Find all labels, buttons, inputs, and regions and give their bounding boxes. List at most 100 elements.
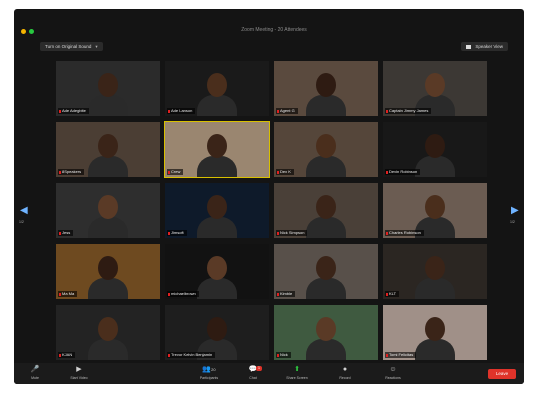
- participant-tile[interactable]: Jimsoft: [165, 183, 269, 238]
- participant-tile[interactable]: Devin Robinson: [383, 122, 487, 177]
- participant-face: [207, 195, 227, 219]
- start-video-label: Start Video: [70, 376, 88, 380]
- window-title: Zoom Meeting - 20 Attendees: [241, 27, 307, 33]
- participant-silhouette: [306, 95, 346, 116]
- participant-silhouette: [197, 156, 237, 177]
- participant-tile[interactable]: Ade Adegbite: [56, 61, 160, 116]
- start-video-button[interactable]: ▶ Start Video: [62, 365, 96, 380]
- participant-tile[interactable]: Dex K: [274, 122, 378, 177]
- page-indicator: 1/2: [19, 220, 24, 224]
- participant-face: [207, 134, 227, 158]
- video-camera-icon: ▶: [76, 366, 82, 373]
- participant-face: [207, 317, 227, 341]
- participant-silhouette: [88, 95, 128, 116]
- participant-face: [316, 73, 336, 97]
- participant-name: michaelbrown: [167, 291, 199, 297]
- participant-name: Ma Ma: [58, 291, 78, 297]
- participant-silhouette: [306, 156, 346, 177]
- reactions-button[interactable]: ☺ Reactions: [376, 365, 410, 380]
- participant-name: Kimble: [276, 291, 296, 297]
- participant-name: Ade Lanson: [167, 108, 196, 114]
- participant-face: [207, 256, 227, 280]
- participant-grid: Ade Adegbite Ade Lanson Agent G Captain Jim…: [56, 61, 489, 365]
- participant-tile[interactable]: Tomi Felicitas: [383, 305, 487, 360]
- mute-label: Mute: [31, 376, 39, 380]
- participant-tile[interactable]: 8Speakers: [56, 122, 160, 177]
- chat-label: Chat: [249, 376, 257, 380]
- zoom-window: Zoom Meeting - 20 Attendees Turn on Orig…: [14, 9, 524, 384]
- participants-count: 20: [211, 367, 216, 372]
- speaker-view-button[interactable]: Speaker View: [461, 42, 508, 51]
- participant-name: 8Speakers: [58, 169, 85, 175]
- participant-face: [207, 73, 227, 97]
- participant-tile[interactable]: Jess: [56, 183, 160, 238]
- participant-tile[interactable]: michaelbrown: [165, 244, 269, 299]
- leave-button[interactable]: Leave: [488, 369, 516, 379]
- participant-name: KLT: [385, 291, 400, 297]
- participants-button[interactable]: 👥20 Participants: [192, 365, 226, 380]
- participant-silhouette: [306, 278, 346, 299]
- participant-tile[interactable]: Trevor Kelvin Benjamin: [165, 305, 269, 360]
- meeting-toolbar: 🎤 Mute ▶ Start Video 👥20 Participants 💬 …: [14, 363, 524, 384]
- participant-silhouette: [197, 217, 237, 238]
- participant-tile[interactable]: Nick: [274, 305, 378, 360]
- participant-name: Trevor Kelvin Benjamin: [167, 352, 216, 358]
- participant-name: Jimsoft: [167, 230, 187, 236]
- next-page-arrow-icon[interactable]: ▶: [511, 205, 519, 216]
- participant-silhouette: [415, 339, 455, 360]
- share-screen-button[interactable]: ⬆ Share Screen: [280, 365, 314, 380]
- participant-name: Agent G: [276, 108, 298, 114]
- original-sound-button[interactable]: Turn on Original Sound ▾: [40, 42, 103, 51]
- participant-silhouette: [88, 278, 128, 299]
- reactions-icon: ☺: [389, 366, 397, 373]
- chat-button[interactable]: 💬 Chat 1: [236, 365, 270, 380]
- participant-name: Devin Robinson: [385, 169, 421, 175]
- participant-tile[interactable]: Charles Robinson: [383, 183, 487, 238]
- participant-silhouette: [88, 339, 128, 360]
- participant-tile[interactable]: Nick Simpson: [274, 183, 378, 238]
- participant-face: [425, 73, 445, 97]
- participant-face: [316, 134, 336, 158]
- chat-badge: 1: [256, 366, 262, 371]
- participant-silhouette: [306, 339, 346, 360]
- participant-silhouette: [88, 156, 128, 177]
- participant-tile[interactable]: KJAN: [56, 305, 160, 360]
- participant-tile[interactable]: Ade Lanson: [165, 61, 269, 116]
- mute-button[interactable]: 🎤 Mute: [18, 365, 52, 380]
- microphone-icon: 🎤: [30, 366, 40, 373]
- participant-name: Captain Jimmy James: [385, 108, 432, 114]
- participant-name: Tomi Felicitas: [385, 352, 417, 358]
- participant-tile[interactable]: Crew: [164, 121, 270, 178]
- participant-name: Ade Adegbite: [58, 108, 89, 114]
- participant-face: [98, 317, 118, 341]
- participant-tile[interactable]: Kimble: [274, 244, 378, 299]
- participant-face: [425, 195, 445, 219]
- participant-tile[interactable]: Ma Ma: [56, 244, 160, 299]
- participant-silhouette: [415, 278, 455, 299]
- participant-face: [425, 134, 445, 158]
- speaker-view-label: Speaker View: [475, 44, 503, 49]
- participant-face: [98, 256, 118, 280]
- participant-face: [425, 256, 445, 280]
- page-indicator: 1/2: [510, 220, 515, 224]
- participant-silhouette: [197, 95, 237, 116]
- record-button[interactable]: ● Record: [328, 365, 362, 380]
- participant-tile[interactable]: Captain Jimmy James: [383, 61, 487, 116]
- participant-tile[interactable]: Agent G: [274, 61, 378, 116]
- participant-name: Crew: [167, 169, 184, 175]
- participant-face: [98, 195, 118, 219]
- participant-tile[interactable]: KLT: [383, 244, 487, 299]
- participants-label: Participants: [199, 376, 219, 380]
- window-control-icon[interactable]: [29, 29, 34, 34]
- participant-face: [316, 195, 336, 219]
- record-label: Record: [339, 376, 351, 380]
- participant-name: Charles Robinson: [385, 230, 424, 236]
- participant-face: [316, 256, 336, 280]
- participants-icon: 👥20: [202, 366, 216, 373]
- participant-silhouette: [197, 278, 237, 299]
- window-control-icon[interactable]: [21, 29, 26, 34]
- share-screen-icon: ⬆: [294, 366, 300, 373]
- participant-face: [316, 317, 336, 341]
- previous-page-arrow-icon[interactable]: ◀: [20, 205, 28, 216]
- participant-face: [425, 317, 445, 341]
